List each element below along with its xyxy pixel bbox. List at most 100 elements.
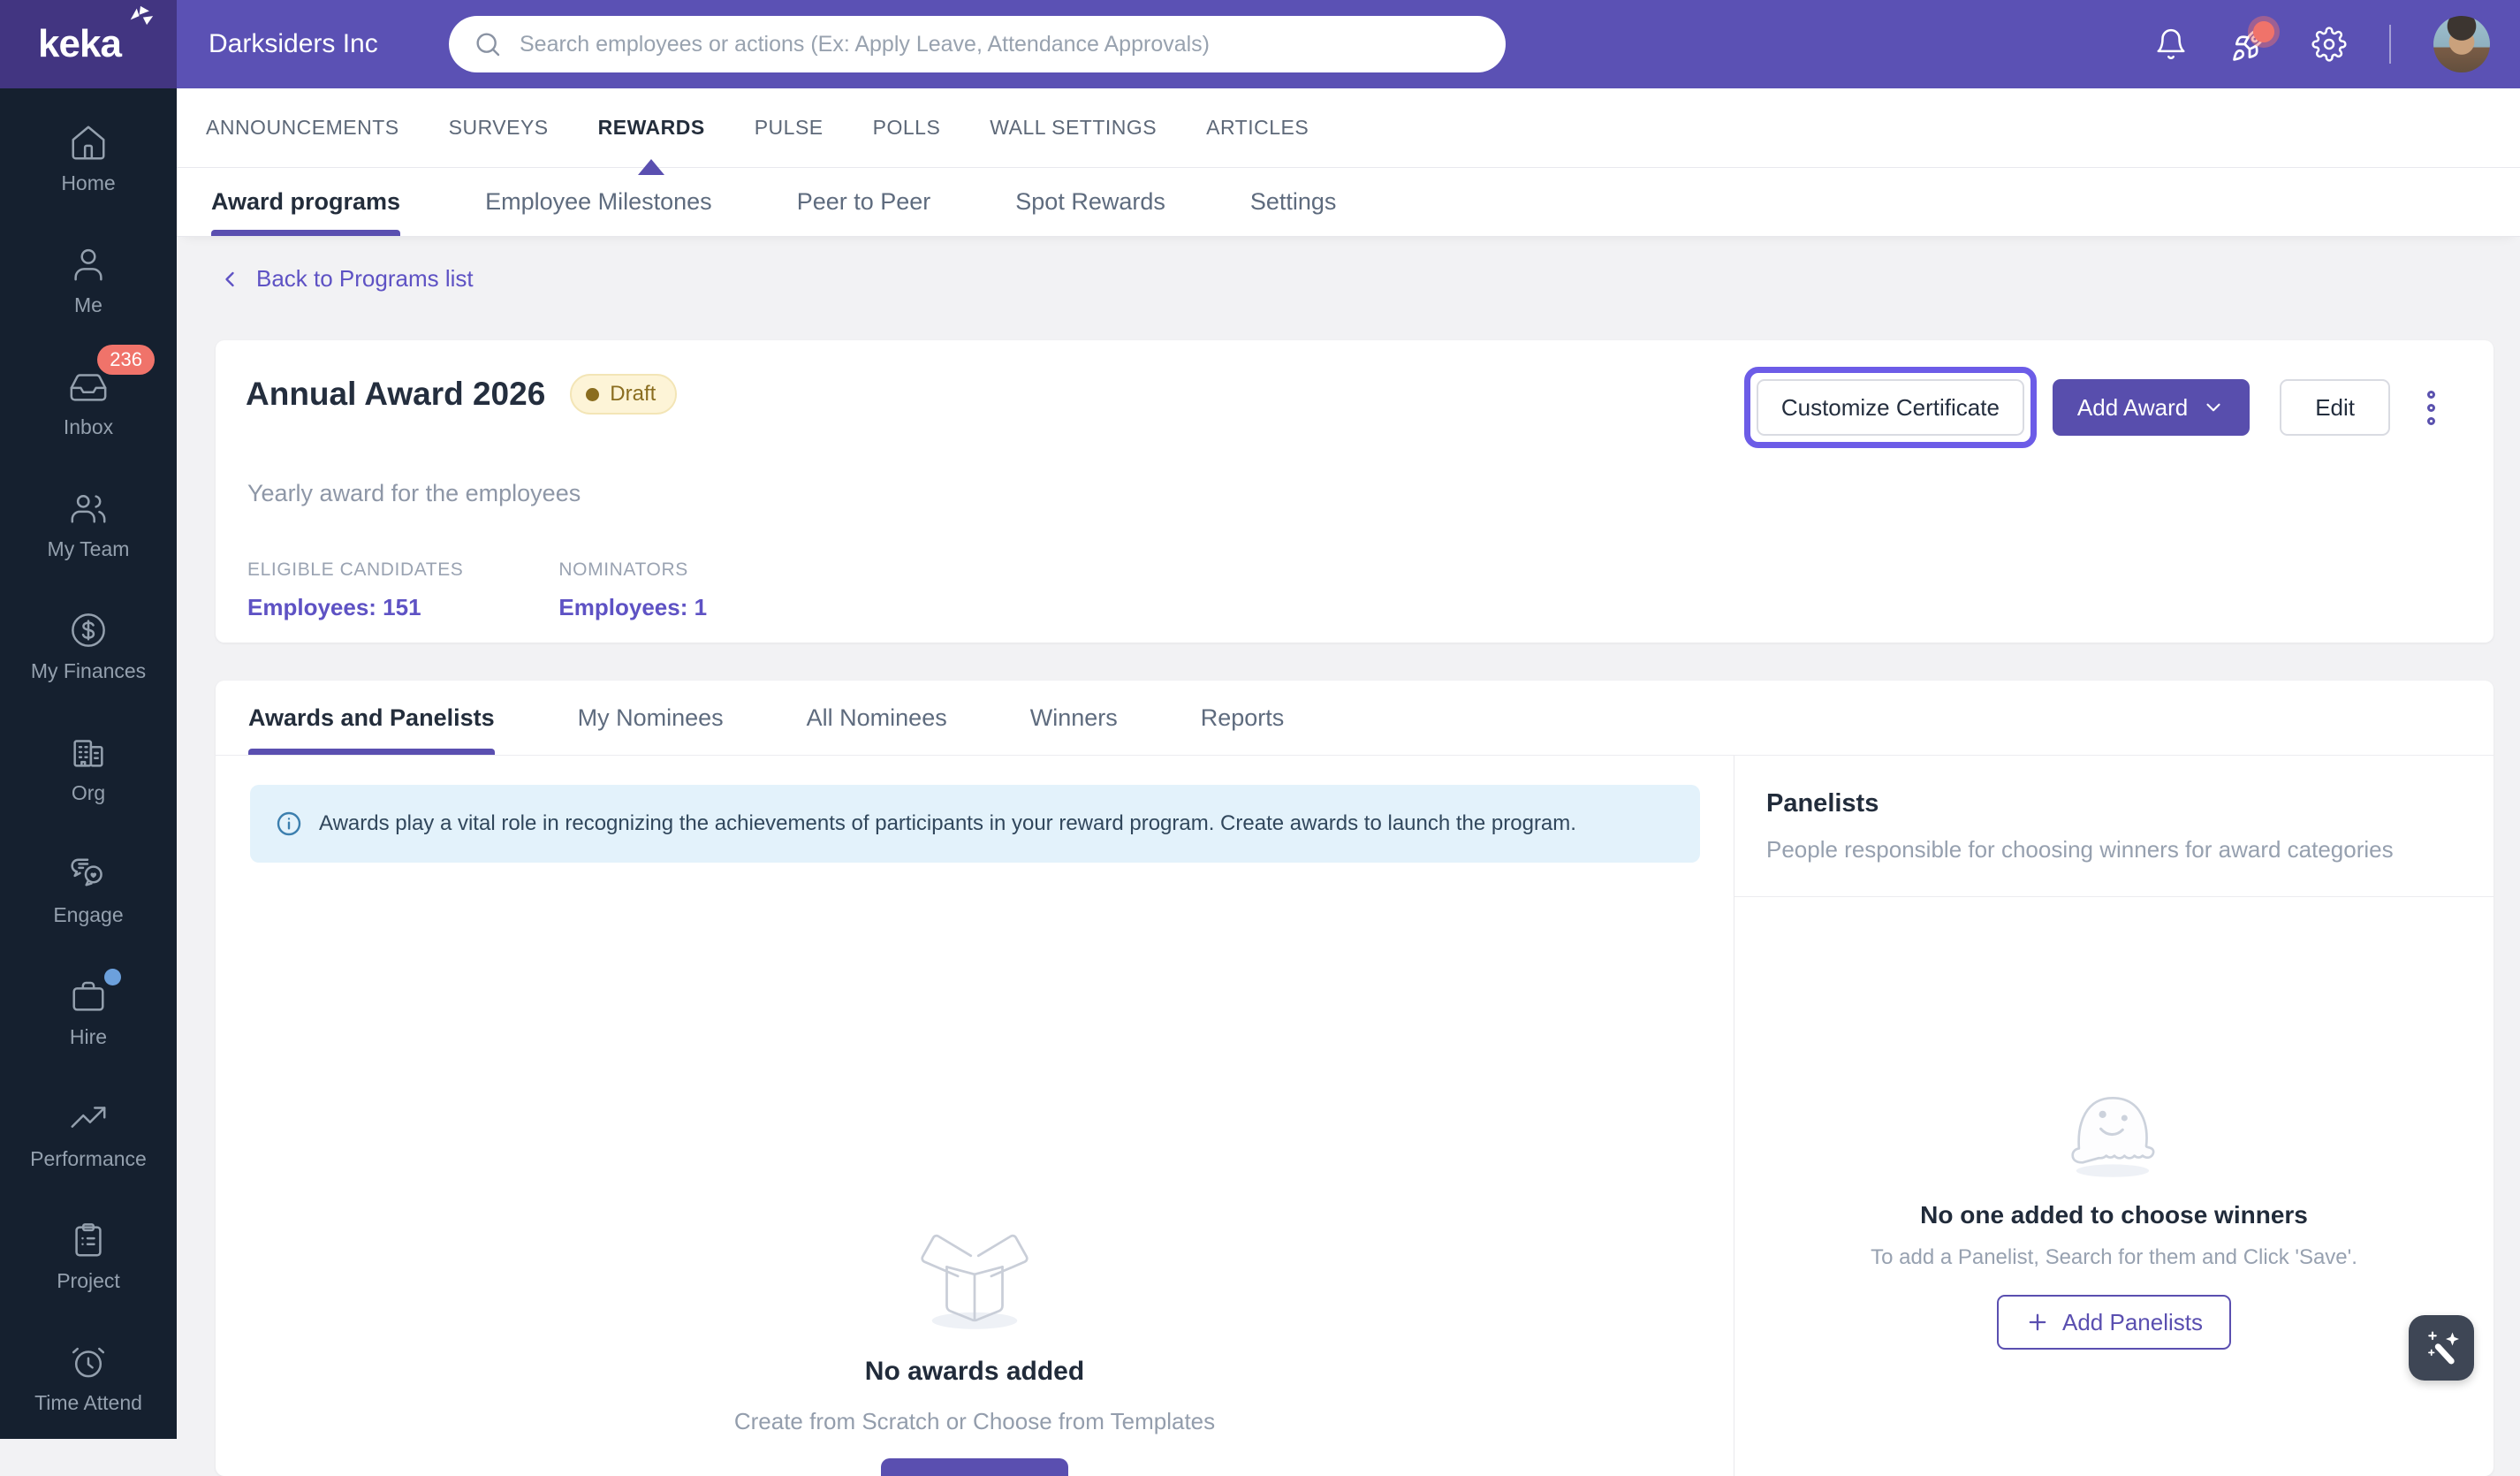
panelists-empty-subtitle: To add a Panelist, Search for them and C… — [1871, 1245, 2357, 1269]
search-input[interactable] — [518, 30, 1497, 58]
info-icon — [277, 811, 301, 836]
header-divider — [2389, 25, 2391, 64]
awards-empty-title: No awards added — [864, 1357, 1085, 1386]
nav-tab-surveys[interactable]: SURVEYS — [449, 88, 549, 167]
time-attend-clock-icon — [68, 1342, 109, 1382]
panelists-pane: Panelists People responsible for choosin… — [1734, 756, 2493, 1476]
nav-tab-rewards[interactable]: REWARDS — [597, 88, 705, 175]
whats-new-rocket-icon[interactable] — [2230, 16, 2280, 64]
sidebar-item-org[interactable]: Org — [68, 732, 109, 820]
subtab-spot-rewards[interactable]: Spot Rewards — [1015, 168, 1165, 236]
nav-tab-announcements[interactable]: ANNOUNCEMENTS — [206, 88, 399, 167]
create-award-button[interactable] — [881, 1458, 1068, 1476]
tab-my-nominees[interactable]: My Nominees — [578, 681, 724, 755]
tab-all-nominees[interactable]: All Nominees — [807, 681, 947, 755]
sidebar-item-my-team[interactable]: My Team — [48, 488, 129, 576]
search-icon — [476, 33, 500, 57]
nav-tab-articles[interactable]: ARTICLES — [1206, 88, 1309, 167]
sidebar-item-time-attend[interactable]: Time Attend — [34, 1342, 142, 1430]
tab-awards-and-panelists[interactable]: Awards and Panelists — [248, 681, 495, 755]
module-nav: ANNOUNCEMENTS SURVEYS REWARDS PULSE POLL… — [177, 88, 2520, 175]
tab-reports[interactable]: Reports — [1201, 681, 1285, 755]
nav-tab-pulse[interactable]: PULSE — [755, 88, 824, 167]
sidebar-item-performance[interactable]: Performance — [30, 1098, 147, 1186]
status-dot — [586, 387, 600, 401]
magic-assistant-button[interactable] — [2409, 1315, 2474, 1381]
eligible-candidates-value[interactable]: Employees: 151 — [247, 594, 463, 621]
sidebar-label: Me — [74, 293, 102, 316]
program-title: Annual Award 2026 — [246, 376, 546, 412]
nav-tab-wall-settings[interactable]: WALL SETTINGS — [990, 88, 1157, 167]
nominators-value[interactable]: Employees: 1 — [558, 594, 707, 621]
chevron-left-icon — [225, 271, 234, 286]
nav-tab-label: REWARDS — [597, 116, 705, 139]
brand-wordmark: keka — [38, 22, 122, 65]
active-subtab-underline — [211, 230, 401, 236]
sidebar-item-home[interactable]: Home — [61, 122, 116, 210]
rewards-subnav: Award programs Employee Milestones Peer … — [177, 168, 2520, 237]
chevron-down-icon — [2206, 403, 2220, 412]
sidebar-label: Project — [57, 1269, 120, 1292]
sidebar-label: Inbox — [63, 415, 114, 438]
project-clipboard-icon — [68, 1220, 109, 1260]
sidebar-item-my-finances[interactable]: My Finances — [31, 610, 146, 698]
customize-certificate-button[interactable]: Customize Certificate — [1756, 379, 2024, 436]
active-tab-indicator — [638, 159, 665, 175]
subtab-award-programs[interactable]: Award programs — [211, 168, 401, 236]
company-name: Darksiders Inc — [209, 29, 378, 58]
performance-trend-icon — [68, 1098, 109, 1138]
app-sidebar: Home Me 236 Inbox My Team My Finances Or… — [0, 88, 177, 1439]
customize-certificate-highlight: Customize Certificate — [1743, 367, 2037, 448]
settings-gear-icon[interactable] — [2311, 27, 2347, 62]
global-search[interactable] — [449, 16, 1506, 72]
ghost-icon — [2070, 1096, 2154, 1177]
program-details-card: Awards and Panelists My Nominees All Nom… — [216, 681, 2493, 1476]
sidebar-item-engage[interactable]: Engage — [53, 854, 124, 942]
program-summary-card: Annual Award 2026 Draft Customize Certif… — [216, 340, 2493, 643]
sidebar-label: Home — [61, 171, 116, 194]
more-options-kebab-icon[interactable] — [2422, 385, 2440, 430]
engage-chat-icon — [68, 854, 109, 894]
org-building-icon — [68, 732, 109, 772]
magic-wand-icon — [2428, 1331, 2459, 1365]
program-tabs: Awards and Panelists My Nominees All Nom… — [216, 681, 2493, 756]
add-award-label: Add Award — [2076, 393, 2189, 421]
sidebar-label: Hire — [69, 1025, 108, 1048]
panelists-header: Panelists People responsible for choosin… — [1734, 756, 2493, 897]
panelists-empty-state: No one added to choose winners To add a … — [1734, 1056, 2493, 1350]
panelists-empty-title: No one added to choose winners — [1920, 1201, 2308, 1229]
add-panelists-button[interactable]: Add Panelists — [1997, 1295, 2231, 1350]
user-avatar[interactable] — [2433, 16, 2490, 72]
keka-logo[interactable]: keka — [0, 0, 177, 88]
nav-tab-polls[interactable]: POLLS — [873, 88, 941, 167]
panelists-title: Panelists — [1766, 789, 1879, 818]
tab-winners[interactable]: Winners — [1030, 681, 1118, 755]
awards-pane: Awards play a vital role in recognizing … — [216, 756, 1734, 1476]
eligible-candidates-label: ELIGIBLE CANDIDATES — [247, 559, 464, 580]
sidebar-item-project[interactable]: Project — [57, 1220, 120, 1308]
top-header: keka Darksiders Inc — [0, 0, 2520, 88]
sidebar-item-hire[interactable]: Hire — [68, 969, 121, 1064]
subtab-settings[interactable]: Settings — [1250, 168, 1337, 236]
inbox-icon: 236 — [68, 345, 155, 407]
edit-button[interactable]: Edit — [2280, 379, 2390, 436]
sidebar-item-me[interactable]: Me — [68, 244, 109, 332]
empty-box-icon — [921, 1234, 1028, 1329]
hire-notification-dot — [104, 969, 121, 985]
tab-label: Awards and Panelists — [248, 704, 495, 731]
subtab-employee-milestones[interactable]: Employee Milestones — [485, 168, 712, 236]
subtab-peer-to-peer[interactable]: Peer to Peer — [797, 168, 931, 236]
inbox-unread-badge: 236 — [97, 345, 155, 375]
awards-empty-state: No awards added Create from Scratch or C… — [216, 1222, 1734, 1476]
notifications-bell-icon[interactable] — [2154, 27, 2188, 61]
add-panelists-label: Add Panelists — [2062, 1308, 2203, 1335]
plus-icon — [2029, 1313, 2046, 1331]
panelists-subtitle: People responsible for choosing winners … — [1766, 836, 2394, 863]
add-award-button[interactable]: Add Award — [2052, 379, 2251, 436]
rocket-notification-dot — [2248, 16, 2280, 48]
back-to-programs-link[interactable]: Back to Programs list — [217, 265, 474, 293]
eligible-candidates-stat: ELIGIBLE CANDIDATES Employees: 151 — [247, 559, 463, 621]
sidebar-item-inbox[interactable]: 236 Inbox — [63, 345, 155, 454]
back-link-label: Back to Programs list — [256, 265, 474, 292]
finances-dollar-icon — [68, 610, 109, 651]
